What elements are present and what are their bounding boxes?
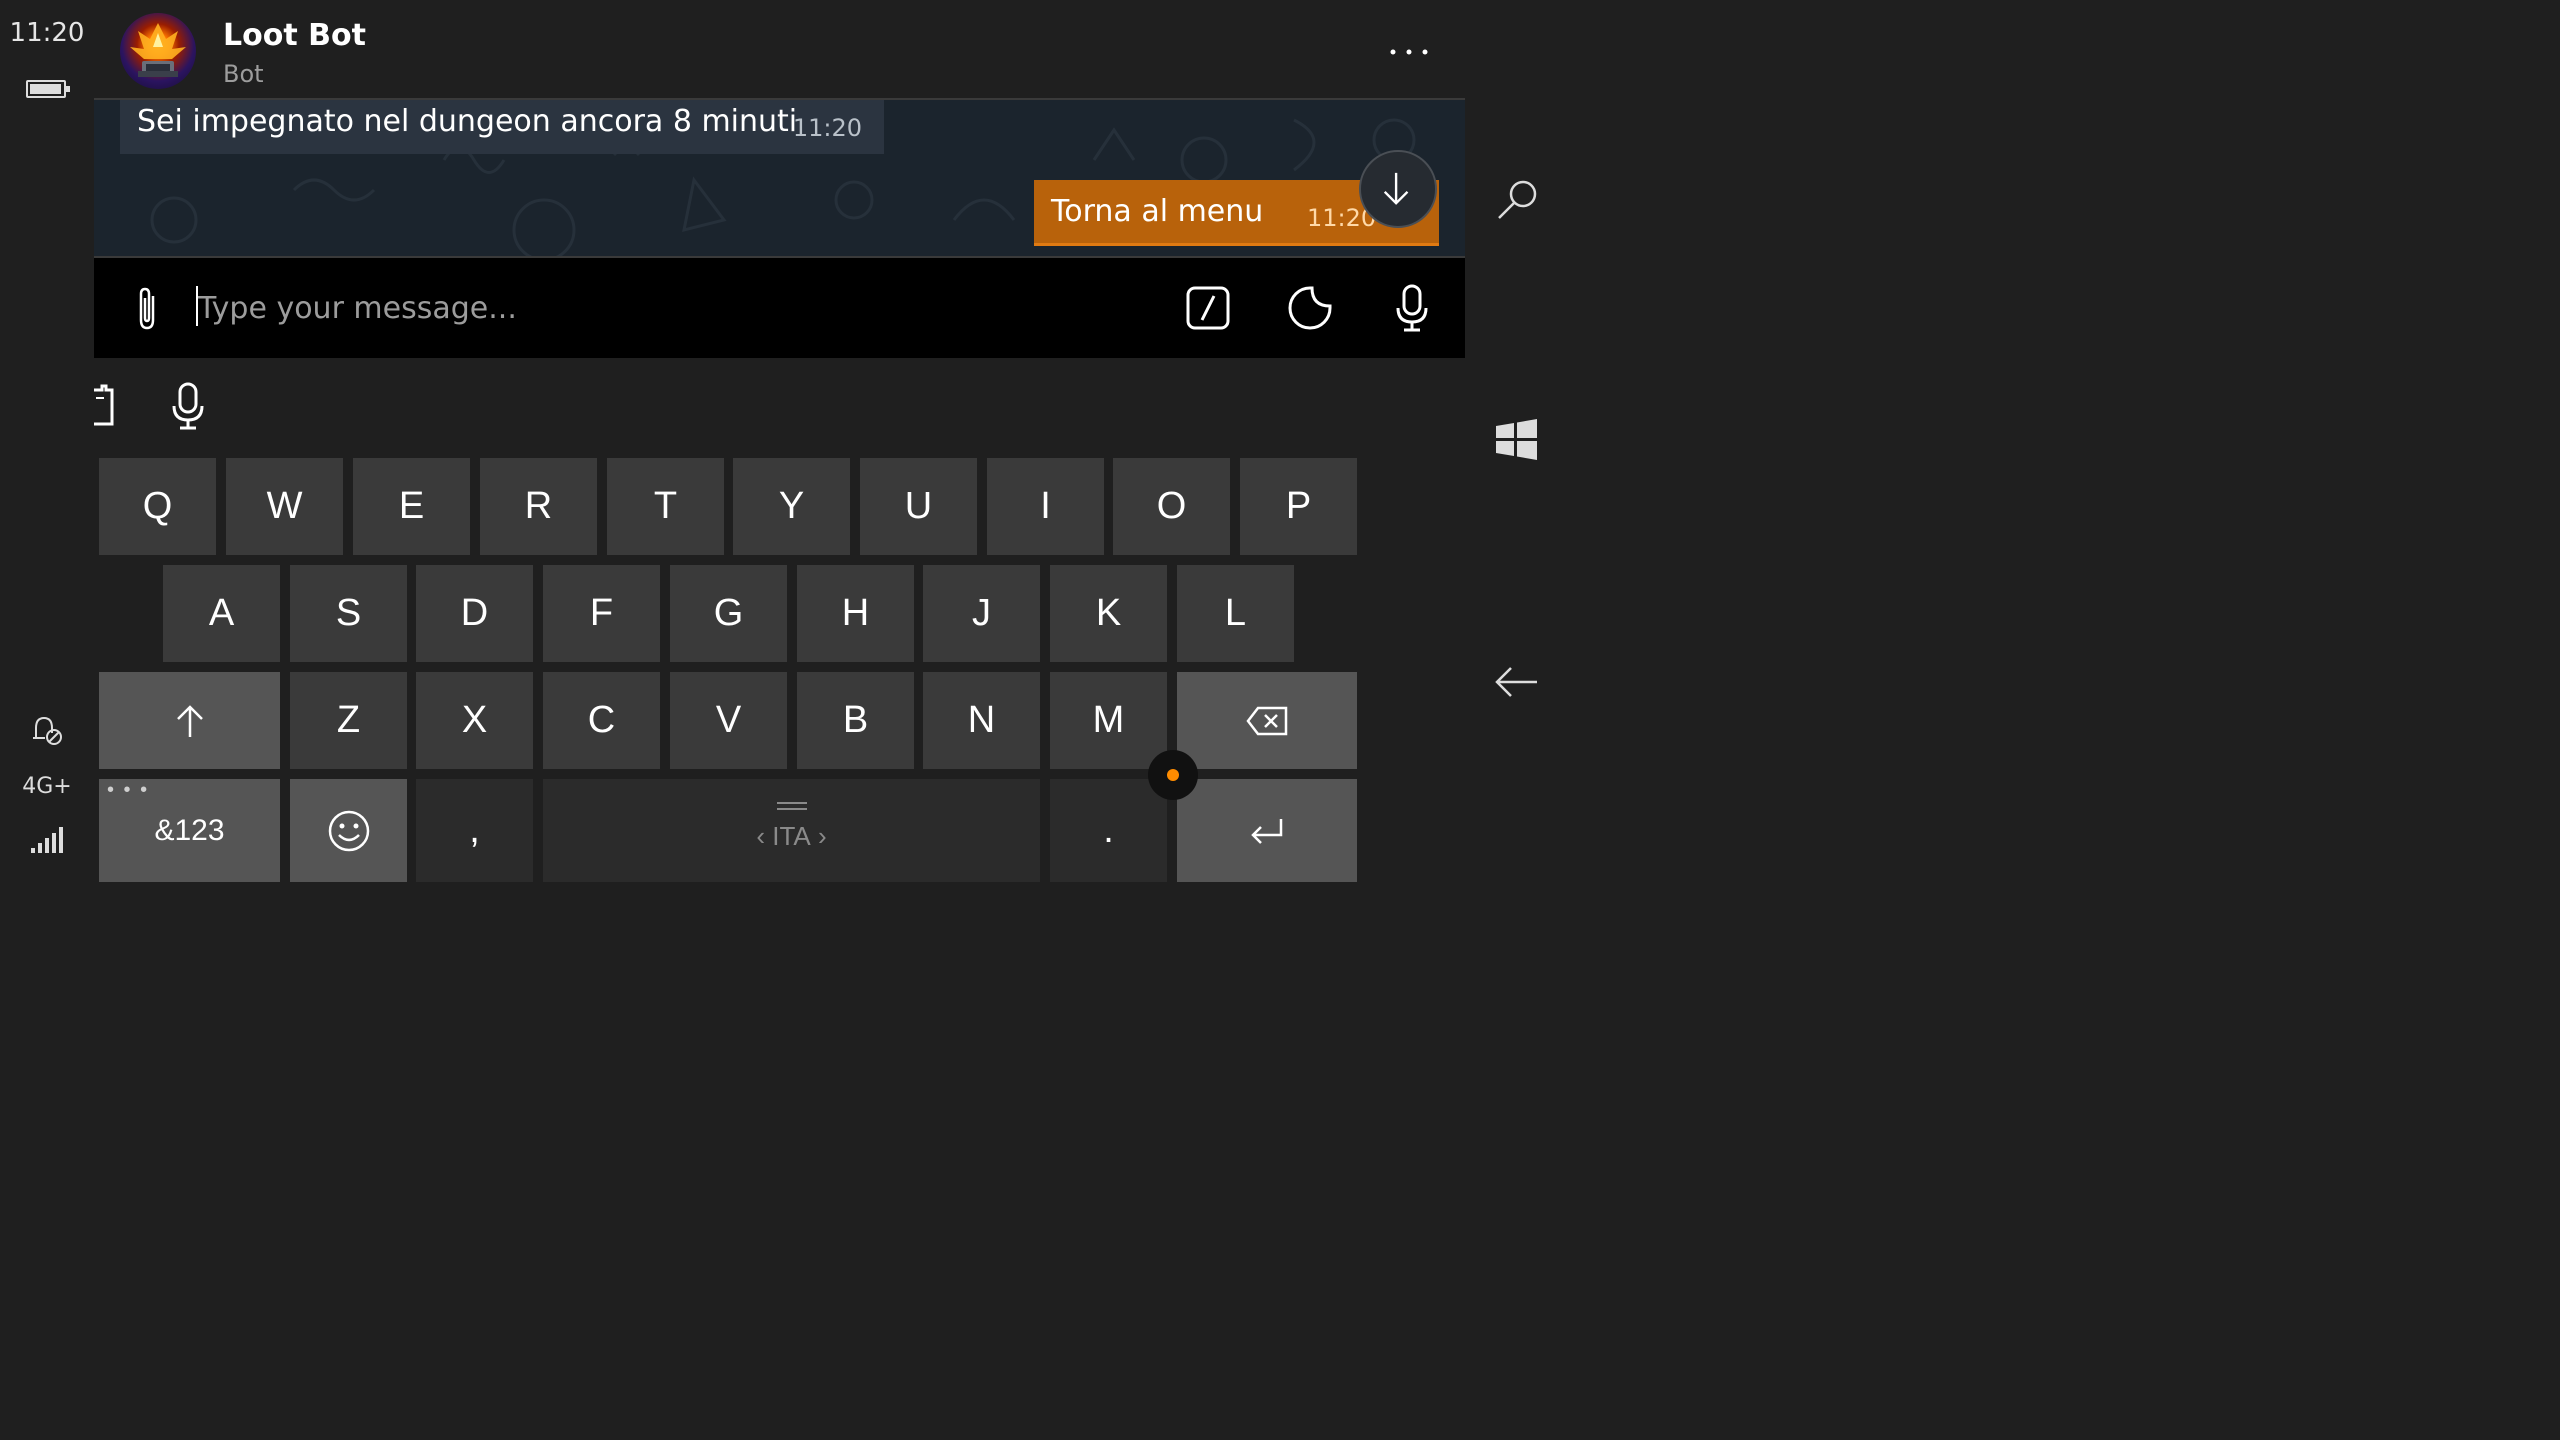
- smiley-icon: [328, 810, 369, 851]
- symbols-key-label: &123: [154, 813, 225, 847]
- status-bar: 11:20 4G+: [0, 0, 94, 882]
- key-s[interactable]: S: [290, 565, 407, 662]
- key-x[interactable]: X: [416, 672, 533, 769]
- signal-icon: [31, 827, 63, 853]
- bot-command-icon[interactable]: [1182, 282, 1234, 334]
- keyboard-toolbar: [94, 358, 1465, 454]
- message-text: Torna al menu: [1051, 194, 1264, 229]
- chat-subtitle: Bot: [223, 60, 264, 88]
- key-q[interactable]: Q: [99, 458, 216, 555]
- clipboard-icon[interactable]: [94, 384, 116, 428]
- backspace-key[interactable]: [1177, 672, 1357, 769]
- key-w[interactable]: W: [226, 458, 343, 555]
- message-time: 11:20: [792, 114, 862, 142]
- key-c[interactable]: C: [543, 672, 660, 769]
- enter-key[interactable]: [1177, 779, 1357, 882]
- key-i[interactable]: I: [987, 458, 1104, 555]
- key-b[interactable]: B: [797, 672, 914, 769]
- avatar[interactable]: [120, 13, 196, 89]
- comma-key[interactable]: ,: [416, 779, 533, 882]
- key-p[interactable]: P: [1240, 458, 1357, 555]
- attach-icon[interactable]: [130, 286, 164, 332]
- space-key[interactable]: ‹ ITA ›: [543, 779, 1040, 882]
- more-options-icon[interactable]: [1384, 30, 1434, 70]
- symbols-key[interactable]: • • • &123: [99, 779, 280, 882]
- handle-dot: [1167, 769, 1179, 781]
- key-a[interactable]: A: [163, 565, 280, 662]
- battery-icon: [26, 80, 70, 98]
- navigation-bar: [1465, 0, 1568, 882]
- key-t[interactable]: T: [607, 458, 724, 555]
- key-y[interactable]: Y: [733, 458, 850, 555]
- key-o[interactable]: O: [1113, 458, 1230, 555]
- key-n[interactable]: N: [923, 672, 1040, 769]
- key-e[interactable]: E: [353, 458, 470, 555]
- key-v[interactable]: V: [670, 672, 787, 769]
- incoming-message[interactable]: Sei impegnato nel dungeon ancora 8 minut…: [120, 100, 884, 154]
- key-m[interactable]: M: [1050, 672, 1167, 769]
- key-g[interactable]: G: [670, 565, 787, 662]
- message-list[interactable]: Sei impegnato nel dungeon ancora 8 minut…: [94, 100, 1465, 258]
- enter-icon: [1251, 818, 1283, 844]
- network-type: 4G+: [22, 774, 72, 799]
- shift-key[interactable]: [99, 672, 280, 769]
- arrow-down-icon: [1383, 172, 1409, 205]
- search-icon[interactable]: [1491, 174, 1543, 226]
- back-arrow-icon[interactable]: [1491, 656, 1543, 708]
- scroll-to-bottom-button[interactable]: [1359, 150, 1437, 228]
- status-time: 11:20: [9, 18, 85, 48]
- emoji-key[interactable]: [290, 779, 407, 882]
- message-text: Sei impegnato nel dungeon ancora 8 minut…: [137, 104, 798, 139]
- key-k[interactable]: K: [1050, 565, 1167, 662]
- key-f[interactable]: F: [543, 565, 660, 662]
- windows-icon[interactable]: [1491, 414, 1543, 466]
- message-input[interactable]: [198, 282, 1048, 334]
- period-key[interactable]: .: [1050, 779, 1167, 882]
- language-indicator: ‹ ITA ›: [756, 821, 827, 851]
- keyboard-move-handle[interactable]: [1148, 750, 1198, 800]
- key-d[interactable]: D: [416, 565, 533, 662]
- chat-header: Loot Bot Bot: [94, 0, 1465, 100]
- key-j[interactable]: J: [923, 565, 1040, 662]
- key-r[interactable]: R: [480, 458, 597, 555]
- message-composer: [94, 258, 1465, 358]
- key-l[interactable]: L: [1177, 565, 1294, 662]
- backspace-icon: [1246, 706, 1288, 735]
- key-z[interactable]: Z: [290, 672, 407, 769]
- key-h[interactable]: H: [797, 565, 914, 662]
- drag-handle-icon: [776, 802, 807, 810]
- chat-title[interactable]: Loot Bot: [223, 18, 366, 53]
- quiet-hours-icon: [33, 716, 62, 745]
- shift-arrow-icon: [176, 704, 203, 737]
- more-symbols-dots: • • •: [107, 779, 150, 801]
- voice-typing-icon[interactable]: [168, 382, 208, 430]
- microphone-icon[interactable]: [1386, 282, 1438, 334]
- key-u[interactable]: U: [860, 458, 977, 555]
- sticker-icon[interactable]: [1284, 282, 1336, 334]
